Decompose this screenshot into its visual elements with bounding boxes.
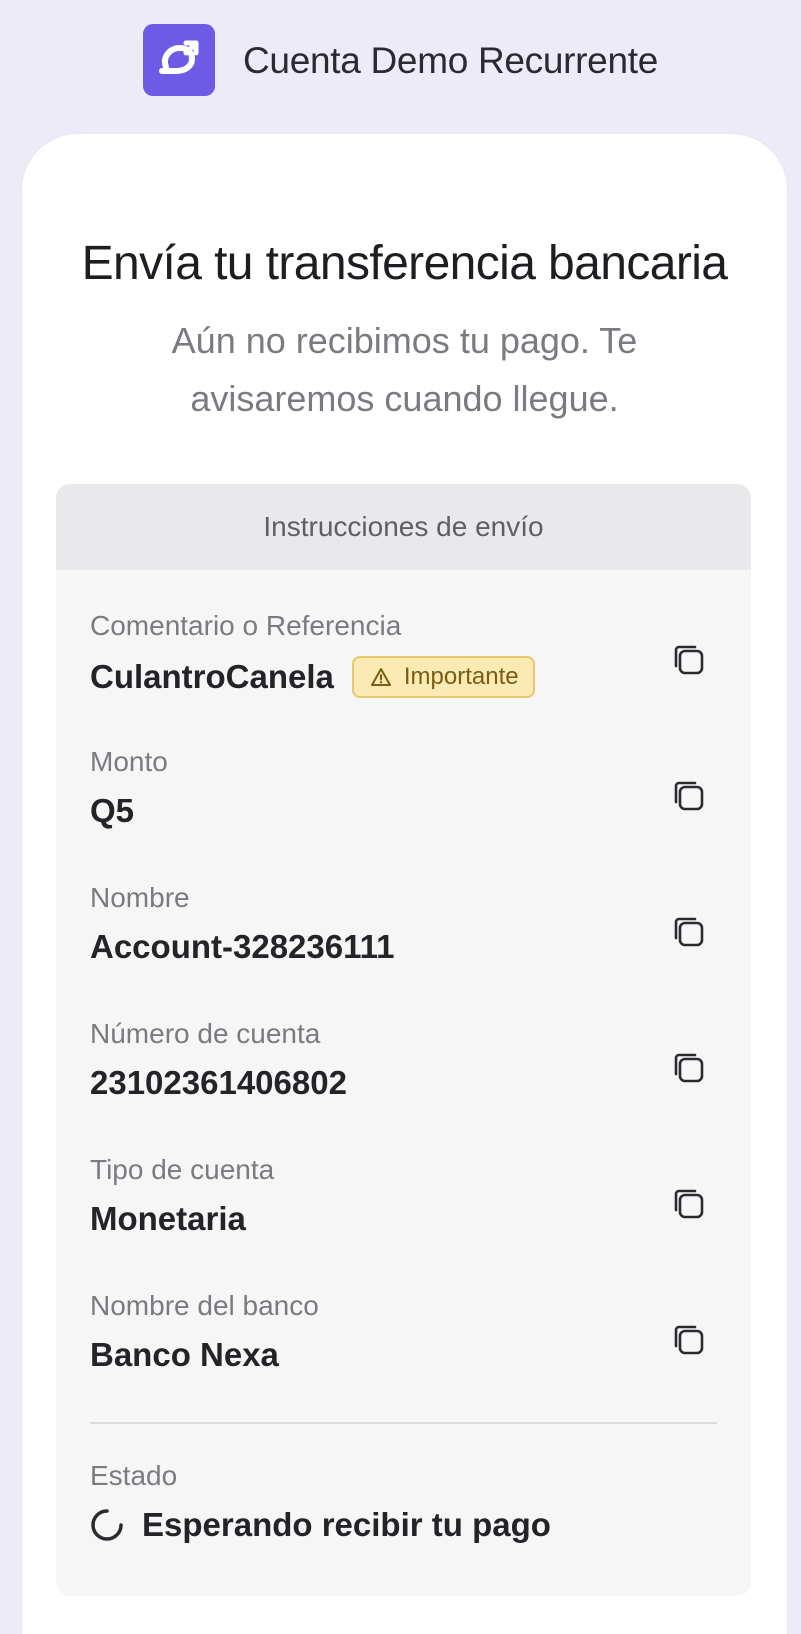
copy-account-type-button[interactable] — [669, 1184, 709, 1224]
copy-icon — [674, 1325, 704, 1355]
name-row: Nombre Account-328236111 — [90, 882, 717, 992]
copy-name-button[interactable] — [669, 912, 709, 952]
account-type-value: Monetaria — [90, 1200, 246, 1237]
status-value-wrap: Esperando recibir tu pago — [90, 1506, 551, 1544]
copy-icon — [674, 917, 704, 947]
account-type-label: Tipo de cuenta — [90, 1154, 275, 1185]
subtitle-line-1: Aún no recibimos tu pago. Te — [171, 320, 638, 361]
bank-name-label: Nombre del banco — [90, 1290, 319, 1321]
name-value: Account-328236111 — [90, 928, 395, 965]
badge-label: Importante — [403, 663, 519, 690]
section-divider — [90, 1422, 717, 1424]
status-label: Estado — [90, 1460, 178, 1491]
page-title: Envía tu transferencia bancaria — [81, 237, 728, 290]
reference-value: CulantroCanela — [90, 658, 334, 695]
instructions-heading: Instrucciones de envío — [56, 484, 751, 570]
copy-icon — [674, 645, 704, 675]
reference-label: Comentario o Referencia — [90, 610, 402, 641]
reference-value-wrap: CulantroCanela Importante — [90, 656, 535, 698]
account-number-value: 23102361406802 — [90, 1064, 347, 1101]
copy-reference-button[interactable] — [669, 640, 709, 680]
copy-amount-button[interactable] — [669, 776, 709, 816]
recurring-arrow-icon — [159, 40, 199, 74]
reference-row: Comentario o Referencia CulantroCanela I… — [90, 610, 717, 720]
copy-icon — [674, 781, 704, 811]
warning-icon — [370, 668, 391, 686]
spinner-icon — [91, 1509, 123, 1541]
brand-name: Cuenta Demo Recurrente — [243, 40, 658, 81]
account-type-row: Tipo de cuenta Monetaria — [90, 1154, 717, 1264]
status-row: Estado Esperando recibir tu pago — [90, 1460, 717, 1570]
subtitle-line-2: avisaremos cuando llegue. — [190, 378, 619, 419]
account-number-row: Número de cuenta 23102361406802 — [90, 1018, 717, 1128]
brand-logo — [143, 24, 215, 96]
app-header: Cuenta Demo Recurrente — [0, 0, 801, 122]
copy-bank-name-button[interactable] — [669, 1320, 709, 1360]
name-label: Nombre — [90, 882, 190, 913]
bank-name-value: Banco Nexa — [90, 1336, 279, 1373]
page-subtitle: Aún no recibimos tu pago. Te avisaremos … — [22, 312, 787, 428]
amount-value: Q5 — [90, 792, 135, 829]
copy-account-number-button[interactable] — [669, 1048, 709, 1088]
status-value: Esperando recibir tu pago — [142, 1506, 551, 1543]
copy-icon — [674, 1053, 704, 1083]
copy-icon — [674, 1189, 704, 1219]
bank-name-row: Nombre del banco Banco Nexa — [90, 1290, 717, 1400]
amount-label: Monto — [90, 746, 168, 777]
account-number-label: Número de cuenta — [90, 1018, 321, 1049]
amount-row: Monto Q5 — [90, 746, 717, 856]
instructions-panel: Instrucciones de envío Comentario o Refe… — [56, 484, 751, 1596]
important-badge: Importante — [351, 656, 535, 698]
